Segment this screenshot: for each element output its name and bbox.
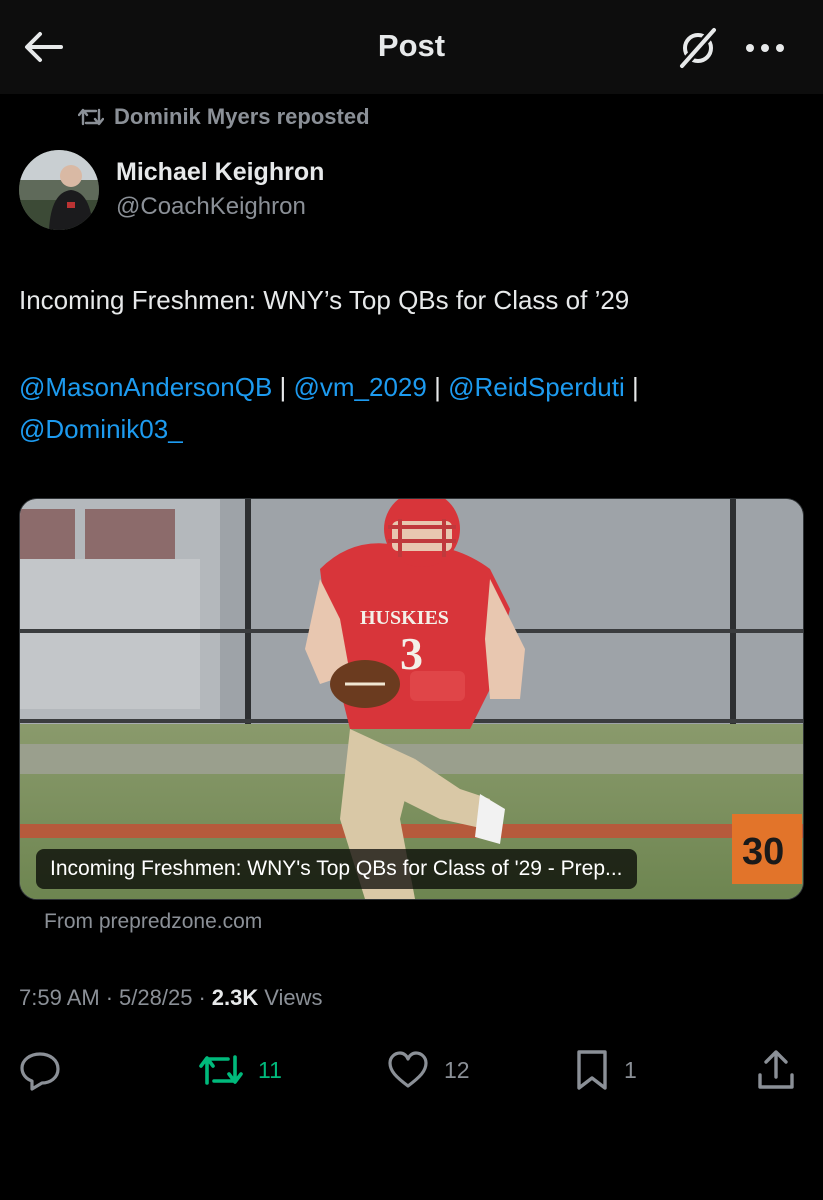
- mention-link[interactable]: @Dominik03_: [19, 414, 183, 444]
- bookmark-icon: [577, 1050, 607, 1090]
- jersey-number: 3: [400, 628, 423, 679]
- share-icon: [758, 1050, 794, 1089]
- meta-dot: ·: [198, 985, 206, 1010]
- bookmark-count: 1: [624, 1056, 637, 1083]
- bookmark-button[interactable]: 1: [574, 1040, 637, 1100]
- avatar[interactable]: [19, 150, 99, 230]
- views-count[interactable]: 2.3K: [212, 985, 258, 1011]
- author-name[interactable]: Michael Keighron: [116, 158, 324, 187]
- post-time: 7:59 AM: [19, 985, 100, 1010]
- like-icon: [388, 1051, 428, 1088]
- tweet-mentions: @MasonAndersonQB | @vm_2029 | @ReidSperd…: [19, 366, 809, 450]
- yard-marker-text: 30: [742, 831, 784, 873]
- mention-separator: |: [426, 372, 449, 402]
- card-image: 30 HUSKIES 3: [20, 499, 803, 899]
- grok-button[interactable]: [674, 24, 722, 72]
- mention-link[interactable]: @ReidSperduti: [448, 372, 625, 402]
- like-count: 12: [444, 1056, 470, 1083]
- tweet-text: Incoming Freshmen: WNY’s Top QBs for Cla…: [19, 285, 630, 315]
- link-preview-card[interactable]: 30 HUSKIES 3 Incoming Freshmen: WNY's To…: [19, 498, 804, 900]
- author-handle[interactable]: @CoachKeighron: [116, 193, 306, 221]
- mention-link[interactable]: @vm_2029: [294, 372, 427, 402]
- repost-notice-text: Dominik Myers reposted: [114, 104, 370, 129]
- grok-icon: [677, 25, 719, 71]
- post-date: 5/28/25: [119, 985, 193, 1010]
- avatar-image: [19, 150, 99, 230]
- meta-dot: ·: [105, 985, 114, 1010]
- card-caption: Incoming Freshmen: WNY's Top QBs for Cla…: [36, 849, 637, 889]
- reply-icon: [20, 1052, 60, 1091]
- action-bar: 11 12 1: [0, 1040, 823, 1100]
- card-source[interactable]: From prepredzone.com: [44, 910, 262, 934]
- like-button[interactable]: 12: [386, 1040, 470, 1100]
- top-bar: Post: [0, 0, 823, 94]
- repost-icon: [78, 108, 104, 126]
- retweet-count: 11: [258, 1056, 282, 1083]
- mention-link[interactable]: @MasonAndersonQB: [19, 372, 272, 402]
- repost-notice[interactable]: Dominik Myers reposted: [78, 104, 370, 130]
- more-options-button[interactable]: [740, 24, 790, 72]
- views-label: Views: [264, 985, 323, 1010]
- share-button[interactable]: [756, 1040, 796, 1100]
- retweet-icon: [199, 1055, 243, 1085]
- post-meta: 7:59 AM · 5/28/25 · 2.3K Views: [19, 985, 323, 1011]
- mention-separator: |: [624, 372, 639, 402]
- jersey-name: HUSKIES: [360, 607, 449, 629]
- retweet-button[interactable]: 11: [198, 1040, 282, 1100]
- reply-button[interactable]: [18, 1040, 76, 1100]
- mention-separator: |: [272, 372, 294, 402]
- more-icon: [746, 44, 784, 52]
